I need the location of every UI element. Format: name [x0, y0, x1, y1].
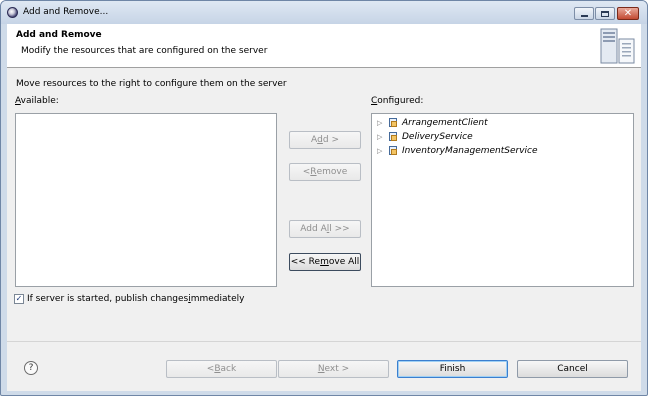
title-bar[interactable]: Add and Remove... ✕	[1, 1, 647, 24]
close-icon: ✕	[623, 7, 633, 19]
publish-checkbox[interactable]: ✓	[14, 294, 24, 304]
help-icon: ?	[28, 363, 34, 373]
instruction-message: Move resources to the right to configure…	[16, 79, 287, 89]
add-button-label-rest: d >	[322, 135, 339, 145]
back-button-label: <	[206, 364, 215, 374]
page-description: Modify the resources that are configured…	[21, 46, 268, 56]
expand-arrow-icon[interactable]: ▷	[377, 147, 386, 155]
add-all-button[interactable]: Add All >>	[289, 220, 361, 238]
expand-arrow-icon[interactable]: ▷	[377, 119, 386, 127]
page-title: Add and Remove	[16, 30, 102, 40]
tree-item-label: ArrangementClient	[402, 117, 488, 128]
publish-option[interactable]: ✓ If server is started, publish changes …	[14, 294, 244, 304]
remove-all-button-mnemonic: m	[320, 257, 329, 267]
tree-item-label: InventoryManagementService	[402, 145, 538, 156]
remove-button-label-rest: emove	[316, 167, 348, 177]
publish-label: If server is started, publish changes	[27, 294, 189, 304]
configured-label: Configured:	[371, 96, 423, 106]
remove-all-button[interactable]: << Re m ove All	[289, 253, 361, 271]
cancel-button[interactable]: Cancel	[517, 360, 628, 378]
maximize-icon	[601, 10, 609, 17]
minimize-icon	[580, 14, 588, 17]
finish-button-label: Finish	[439, 364, 466, 374]
finish-button[interactable]: Finish	[397, 360, 508, 378]
back-button[interactable]: < Back	[166, 360, 277, 378]
add-all-button-label: Add A	[300, 224, 327, 234]
next-button-mnemonic: N	[317, 364, 325, 374]
dialog-window: Add and Remove... ✕ Add and Remove Modif…	[0, 0, 648, 396]
expand-arrow-icon[interactable]: ▷	[377, 133, 386, 141]
back-button-label-rest: ack	[220, 364, 237, 374]
wizard-content: Move resources to the right to configure…	[7, 68, 641, 391]
remove-all-button-label-rest: ove All	[328, 257, 360, 267]
close-button[interactable]: ✕	[617, 7, 639, 20]
tree-item-inventorymanagementservice[interactable]: ▷ InventoryManagementService	[377, 144, 538, 157]
wizard-header: Add and Remove Modify the resources that…	[7, 24, 641, 68]
remove-button[interactable]: < Remove	[289, 163, 361, 181]
remove-all-button-label: << Re	[290, 257, 321, 267]
configured-label-text: onfigured:	[377, 96, 424, 106]
next-button-label: ext >	[324, 364, 350, 374]
add-all-button-label-rest: l >>	[329, 224, 350, 234]
tree-item-label: DeliveryService	[402, 131, 473, 142]
module-icon	[388, 131, 398, 142]
minimize-button[interactable]	[574, 7, 594, 20]
available-label-text: vailable:	[20, 96, 59, 106]
next-button[interactable]: Next >	[278, 360, 389, 378]
maximize-button[interactable]	[595, 7, 615, 20]
help-button[interactable]: ?	[24, 361, 38, 375]
publish-label-rest: mmediately	[190, 294, 245, 304]
server-banner-icon	[600, 28, 635, 64]
module-icon	[388, 117, 398, 128]
module-icon	[388, 145, 398, 156]
tree-item-deliveryservice[interactable]: ▷ DeliveryService	[377, 130, 473, 143]
eclipse-app-icon	[7, 7, 18, 18]
cancel-button-label: Cancel	[557, 364, 588, 374]
available-list[interactable]	[15, 113, 277, 287]
configured-list[interactable]: ▷ ArrangementClient ▷ DeliveryService ▷ …	[371, 113, 634, 287]
available-label: Available:	[15, 96, 59, 106]
window-title: Add and Remove...	[23, 7, 109, 17]
footer-separator	[7, 341, 641, 342]
add-button[interactable]: Add >	[289, 131, 361, 149]
tree-item-arrangementclient[interactable]: ▷ ArrangementClient	[377, 116, 488, 129]
remove-button-label: <	[302, 167, 311, 177]
